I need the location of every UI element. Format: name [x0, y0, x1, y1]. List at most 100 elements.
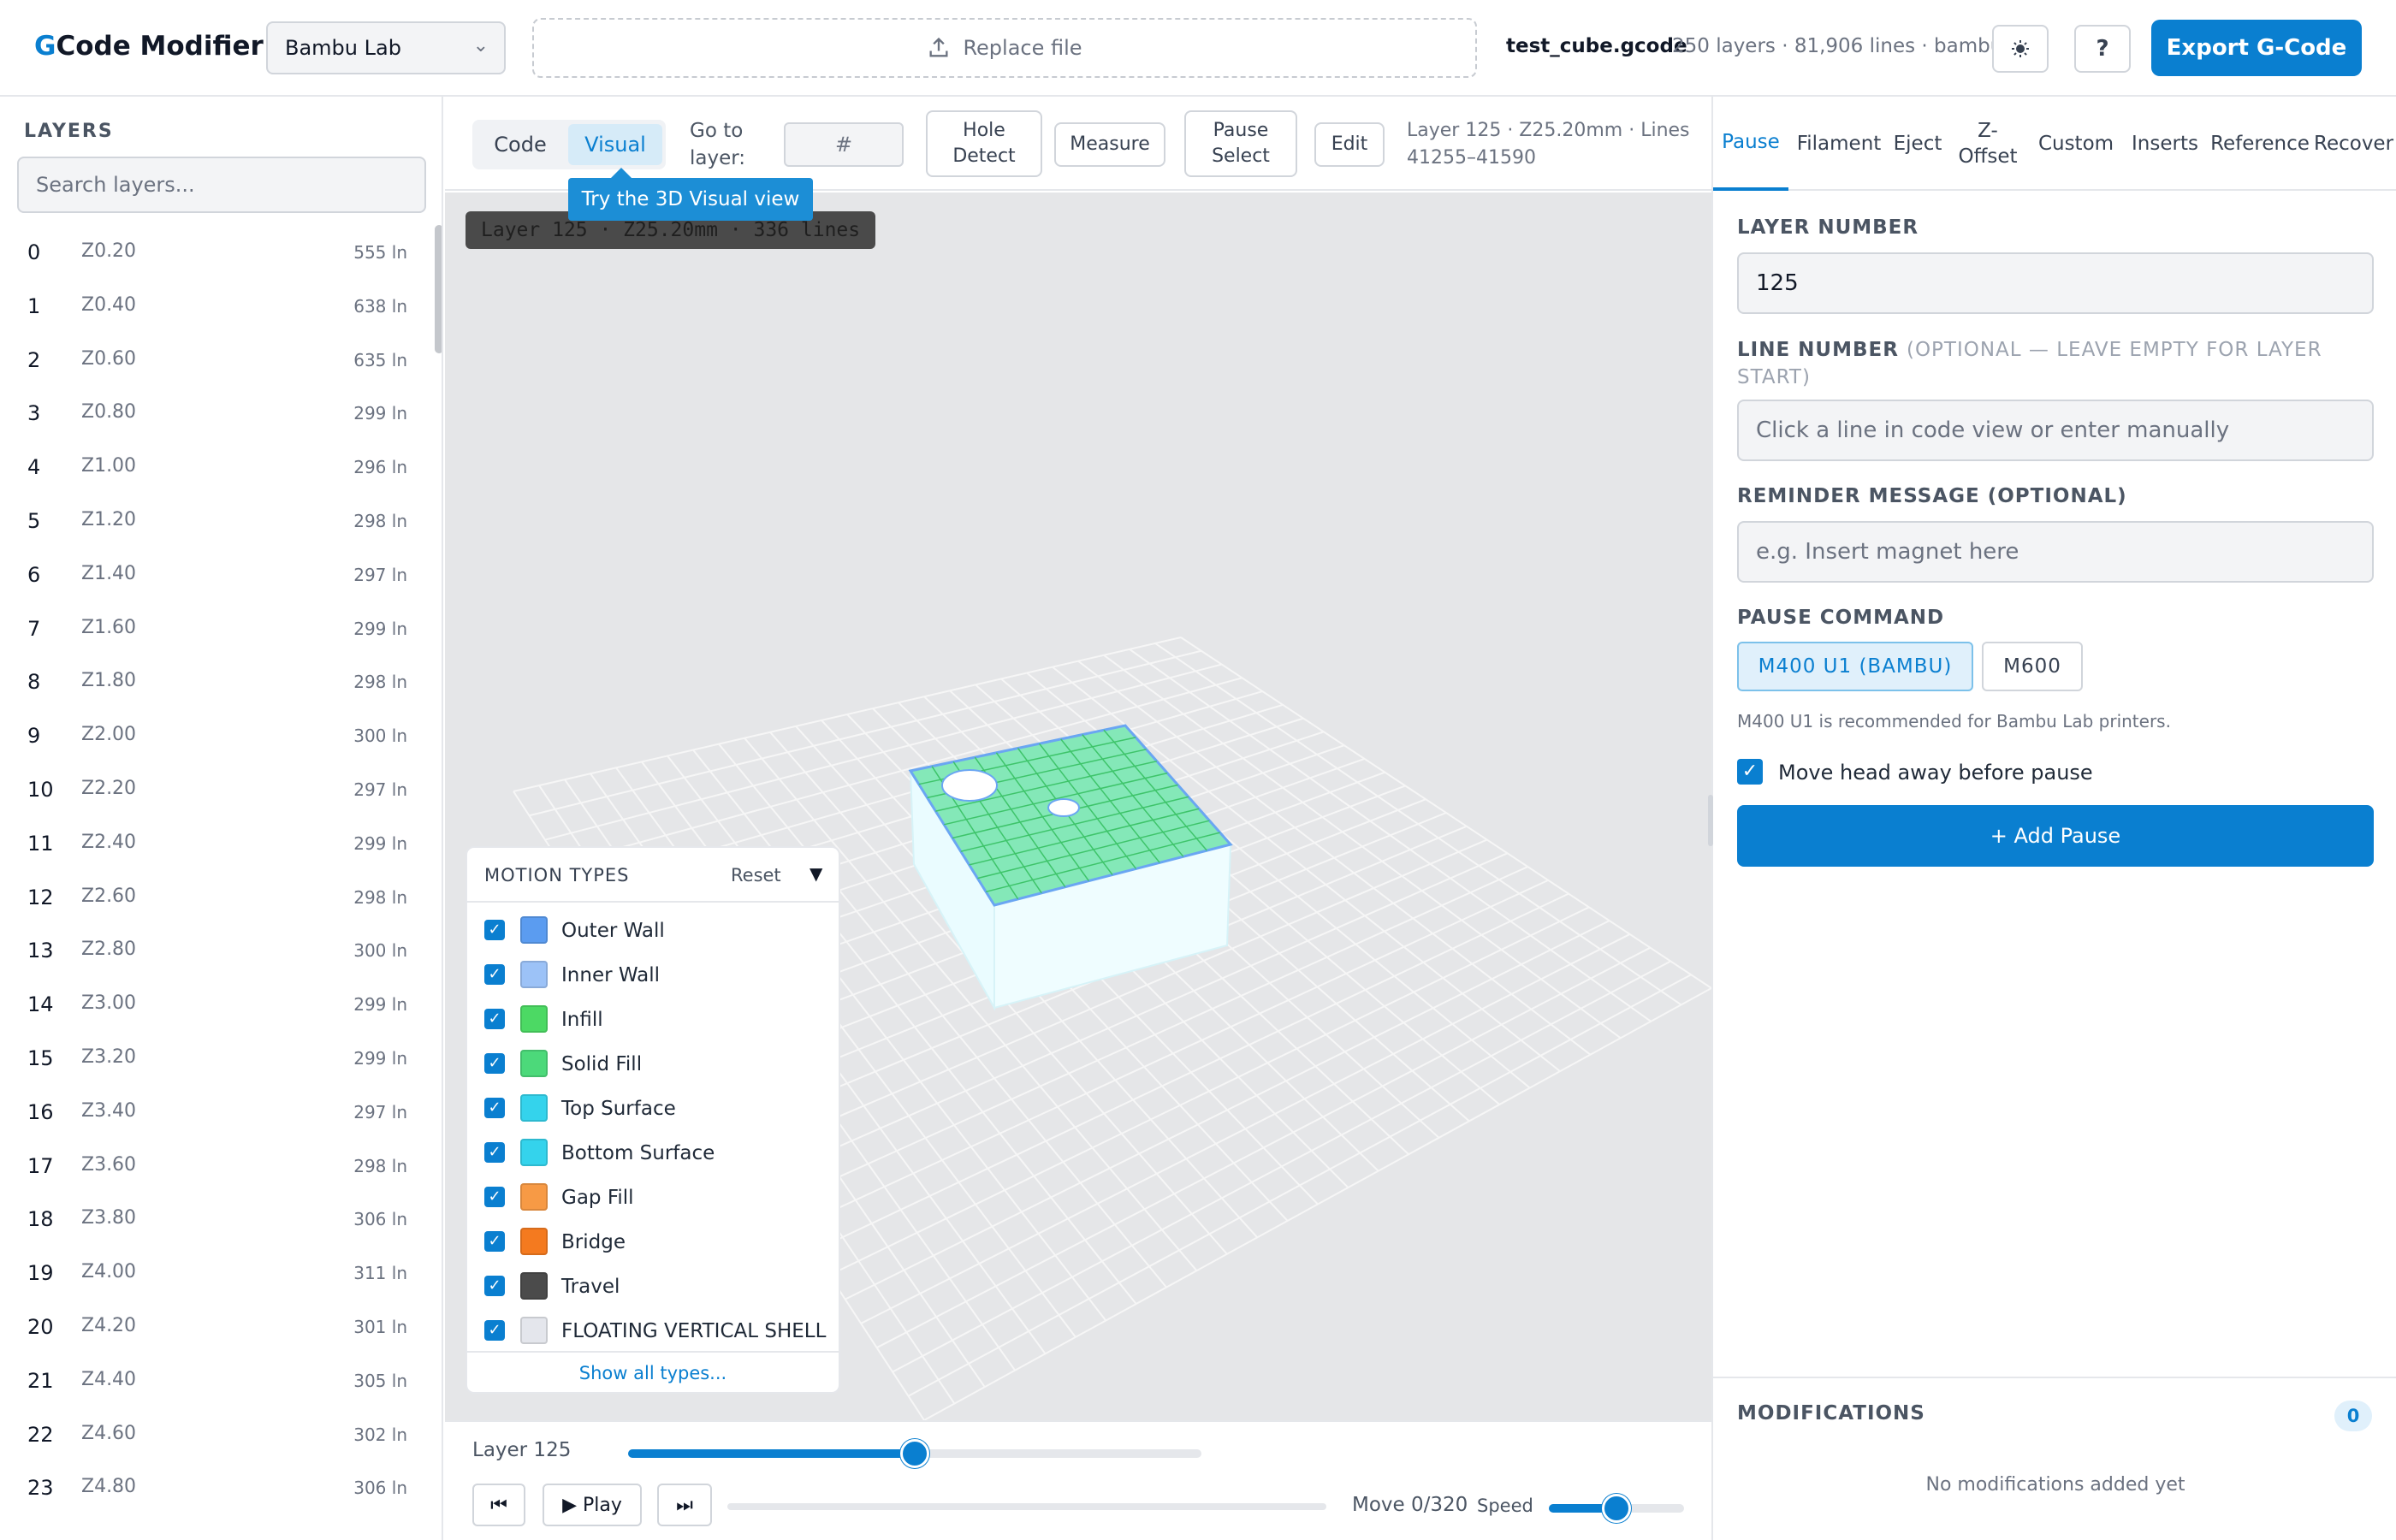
pause-select-button[interactable]: Pause Select — [1184, 110, 1297, 177]
reminder-message-input[interactable] — [1737, 521, 2374, 583]
hole-detect-button[interactable]: Hole Detect — [926, 110, 1042, 177]
export-gcode-button[interactable]: Export G-Code — [2151, 20, 2362, 76]
layer-row[interactable]: 6 Z1.40 297 ln — [0, 548, 428, 601]
layer-search-input[interactable] — [17, 157, 426, 213]
layer-row[interactable]: 12 Z2.60 298 ln — [0, 870, 428, 924]
motion-type-swatch — [520, 1272, 548, 1300]
pause-cmd-m600-button[interactable]: M600 — [1982, 642, 2083, 691]
move-head-checkbox[interactable]: ✓ — [1737, 759, 1763, 785]
layer-row[interactable]: 19 Z4.00 311 ln — [0, 1246, 428, 1300]
layer-row[interactable]: 14 Z3.00 299 ln — [0, 977, 428, 1031]
goto-layer-input[interactable] — [784, 122, 904, 167]
motion-type-row: ✓ FLOATING VERTICAL SHELL — [467, 1310, 839, 1354]
motion-type-checkbox[interactable]: ✓ — [484, 964, 505, 985]
layer-number: 19 — [27, 1261, 54, 1286]
tab-filament[interactable]: Filament — [1792, 97, 1886, 191]
layer-row[interactable]: 11 Z2.40 299 ln — [0, 816, 428, 870]
layer-number: 4 — [27, 455, 41, 480]
panel-resize-handle[interactable] — [1708, 795, 1713, 846]
motion-type-checkbox[interactable]: ✓ — [484, 1142, 505, 1163]
motion-type-label: Bottom Surface — [561, 1142, 715, 1164]
layer-row[interactable]: 3 Z0.80 299 ln — [0, 386, 428, 440]
replace-file-dropzone[interactable]: Replace file — [532, 18, 1477, 78]
last-layer-button[interactable]: ⏭ — [657, 1484, 712, 1526]
tab-eject[interactable]: Eject — [1888, 97, 1948, 191]
play-button[interactable]: ▶ Play — [543, 1484, 642, 1526]
help-button[interactable]: ? — [2074, 25, 2131, 73]
playback-layer-label: Layer 125 — [472, 1439, 572, 1461]
layer-row[interactable]: 2 Z0.60 635 ln — [0, 333, 428, 387]
layer-row[interactable]: 16 Z3.40 297 ln — [0, 1085, 428, 1139]
layer-row[interactable]: 21 Z4.40 305 ln — [0, 1353, 428, 1407]
layer-row[interactable]: 13 Z2.80 300 ln — [0, 923, 428, 977]
collapse-caret-icon[interactable]: ▼ — [810, 863, 822, 884]
layer-row[interactable]: 15 Z3.20 299 ln — [0, 1031, 428, 1085]
layer-z: Z4.60 — [81, 1422, 137, 1444]
tab-custom[interactable]: Custom — [2031, 97, 2120, 191]
motion-type-checkbox[interactable]: ✓ — [484, 1276, 505, 1296]
layer-row[interactable]: 17 Z3.60 298 ln — [0, 1139, 428, 1193]
layer-slider-thumb[interactable] — [900, 1439, 929, 1468]
speed-slider-thumb[interactable] — [1602, 1494, 1631, 1523]
printer-select[interactable]: Bambu Lab ⌄ — [266, 21, 506, 74]
motion-type-checkbox[interactable]: ✓ — [484, 1320, 505, 1341]
layer-row[interactable]: 4 Z1.00 296 ln — [0, 440, 428, 494]
layer-line-count: 305 ln — [353, 1370, 407, 1391]
motion-type-checkbox[interactable]: ✓ — [484, 1053, 505, 1074]
visual-view-button[interactable]: Visual — [568, 124, 662, 165]
layer-row[interactable]: 7 Z1.60 299 ln — [0, 601, 428, 655]
layer-row[interactable]: 1 Z0.40 638 ln — [0, 279, 428, 333]
layer-row[interactable]: 8 Z1.80 298 ln — [0, 654, 428, 708]
motion-type-checkbox[interactable]: ✓ — [484, 1009, 505, 1029]
layer-row[interactable]: 23 Z4.80 306 ln — [0, 1460, 428, 1514]
tab-reference[interactable]: Reference — [2209, 97, 2310, 191]
layer-slider[interactable] — [628, 1439, 1201, 1468]
layer-number: 2 — [27, 347, 41, 372]
layer-row[interactable]: 0 Z0.20 555 ln — [0, 225, 428, 279]
tab-inserts[interactable]: Inserts — [2124, 97, 2206, 191]
pause-cmd-m400-button[interactable]: M400 U1 (BAMBU) — [1737, 642, 1973, 691]
layer-row[interactable]: 22 Z4.60 302 ln — [0, 1407, 428, 1461]
layer-line-count: 302 ln — [353, 1424, 407, 1445]
code-view-button[interactable]: Code — [477, 124, 563, 165]
move-slider[interactable] — [727, 1503, 1326, 1510]
motion-types-panel: MOTION TYPES Reset ▼ ✓ Outer Wall ✓ Inner W… — [466, 846, 840, 1394]
3d-viewport[interactable]: Layer 125 · Z25.20mm · 336 lines MOTION … — [445, 192, 1711, 1420]
motion-type-checkbox[interactable]: ✓ — [484, 1231, 505, 1252]
layer-number: 8 — [27, 670, 41, 695]
theme-toggle-button[interactable] — [1992, 25, 2049, 73]
layer-row[interactable]: 10 Z2.20 297 ln — [0, 762, 428, 816]
app-logo: GCode Modifier — [34, 31, 264, 62]
motion-type-label: Infill — [561, 1009, 603, 1031]
tab-pause[interactable]: Pause — [1713, 97, 1788, 191]
speed-slider[interactable] — [1549, 1494, 1684, 1523]
edit-button[interactable]: Edit — [1314, 122, 1385, 167]
add-pause-button[interactable]: + Add Pause — [1737, 805, 2374, 867]
layer-line-count: 311 ln — [353, 1263, 407, 1284]
layer-list-scrollbar[interactable] — [435, 225, 442, 353]
layer-row[interactable]: 5 Z1.20 298 ln — [0, 494, 428, 548]
layer-number: 22 — [27, 1422, 54, 1447]
layer-number: 15 — [27, 1045, 54, 1070]
speed-label: Speed — [1477, 1496, 1533, 1516]
layer-row[interactable]: 20 Z4.20 301 ln — [0, 1300, 428, 1353]
motion-types-reset[interactable]: Reset — [731, 865, 781, 886]
layer-number: 18 — [27, 1207, 54, 1232]
motion-type-checkbox[interactable]: ✓ — [484, 1098, 505, 1118]
layer-row[interactable]: 9 Z2.00 300 ln — [0, 708, 428, 762]
layer-line-count: 638 ln — [353, 295, 407, 317]
layer-number-input[interactable] — [1737, 252, 2374, 314]
motion-type-checkbox[interactable]: ✓ — [484, 1187, 505, 1207]
first-layer-button[interactable]: ⏮ — [472, 1484, 525, 1526]
layer-line-count: 297 ln — [353, 564, 407, 585]
show-all-types-link[interactable]: Show all types... — [467, 1351, 839, 1392]
measure-button[interactable]: Measure — [1054, 122, 1165, 167]
tab-z-offset[interactable]: Z-Offset — [1958, 97, 2018, 191]
layer-row[interactable]: 18 Z3.80 306 ln — [0, 1192, 428, 1246]
line-number-input[interactable] — [1737, 400, 2374, 461]
layer-z: Z1.00 — [81, 455, 137, 477]
hole-large — [941, 769, 998, 802]
tab-recover[interactable]: Recover — [2314, 97, 2396, 191]
layer-number: 3 — [27, 401, 41, 426]
motion-type-checkbox[interactable]: ✓ — [484, 920, 505, 940]
